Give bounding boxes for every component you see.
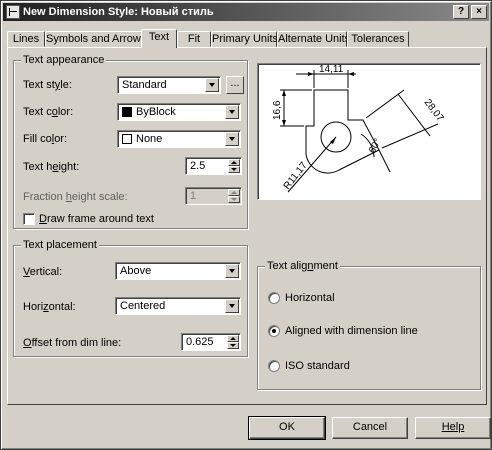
tab-fit[interactable]: Fit [177,31,211,47]
spin-up-icon[interactable] [227,335,239,342]
spin-down-icon [228,196,240,203]
fill-swatch [122,134,132,144]
dim-top-text: 14,11 [319,64,344,75]
dim-right-text: 28,07 [422,97,446,124]
part-outline [305,89,380,174]
angle-extension [378,149,391,173]
alignment-iso-label[interactable]: ISO standard [285,360,350,372]
preview-drawing: 14,11 16,6 28,07 60° R11,17 [272,64,446,193]
offset-spinner[interactable]: 0.625 [181,333,241,351]
spin-down-icon[interactable] [227,342,239,349]
offset-label: Offset from dim line: [23,337,122,349]
help-title-button[interactable]: ? [453,5,469,19]
cancel-button[interactable]: Cancel [332,417,408,439]
close-button[interactable]: × [471,5,487,19]
arrow-icon [348,72,354,76]
chevron-down-icon[interactable] [205,78,219,92]
window-title: New Dimension Style: Новый стиль [23,6,214,18]
alignment-horizontal-label[interactable]: Horizontal [285,292,335,304]
tab-text[interactable]: Text [141,29,177,48]
chevron-down-icon[interactable] [225,264,239,278]
fraction-height-scale-spinner: 1 [185,187,242,205]
spin-up-icon [228,189,240,196]
alignment-aligned-radio[interactable] [268,325,280,337]
fill-color-label: Fill color: [23,133,68,145]
text-style-browse-button[interactable]: ... [226,76,244,94]
text-placement-title: Text placement [21,239,99,251]
tab-lines[interactable]: Lines [7,31,45,47]
color-swatch [122,107,132,117]
vertical-label: Vertical: [23,266,63,278]
tab-tolerances[interactable]: Tolerances [347,31,409,47]
text-appearance-title: Text appearance [21,54,107,66]
tab-symbols-and-arrows[interactable]: Symbols and Arrows [45,31,146,47]
text-color-label: Text color: [23,106,74,118]
dim-radius-text: R11,17 [282,160,310,192]
text-style-select[interactable]: Standard [117,76,221,94]
chevron-down-icon[interactable] [225,132,239,146]
text-color-select[interactable]: ByBlock [117,103,241,121]
arrow-icon [282,90,286,96]
help-button[interactable]: Help [415,417,491,439]
text-appearance-group: Text appearance Text style: Standard ...… [13,54,248,229]
text-style-label: Text style: [23,79,72,91]
ok-button[interactable]: OK [248,416,326,440]
spin-up-icon[interactable] [228,159,240,166]
horizontal-label: Horizontal: [23,301,76,313]
draw-frame-label[interactable]: Draw frame around text [39,213,154,225]
tab-primary-units[interactable]: Primary Units [211,31,278,47]
vertical-select[interactable]: Above [115,262,241,280]
title-bar[interactable]: New Dimension Style: Новый стиль ? × [3,3,489,21]
text-alignment-title: Text alignment [265,260,340,272]
dim-left-text: 16,6 [272,100,283,120]
text-height-label: Text height: [23,161,80,173]
alignment-aligned-label[interactable]: Aligned with dimension line [285,325,418,337]
arrow-icon [308,72,314,76]
alignment-horizontal-radio[interactable] [268,292,280,304]
fill-color-select[interactable]: None [117,130,241,148]
fraction-height-scale-label: Fraction height scale: [23,191,128,203]
chevron-down-icon[interactable] [225,105,239,119]
dim-angle-text: 60° [367,137,384,156]
dimension-preview: 14,11 16,6 28,07 60° R11,17 [257,63,481,200]
app-icon [6,5,20,19]
tab-alternate-units[interactable]: Alternate Units [277,31,350,47]
draw-frame-checkbox[interactable] [23,213,35,225]
text-height-spinner[interactable]: 2.5 [185,157,242,175]
spin-down-icon[interactable] [228,166,240,173]
chevron-down-icon[interactable] [225,299,239,313]
horizontal-select[interactable]: Centered [115,297,241,315]
text-alignment-group: Text alignment Horizontal Aligned with d… [257,260,481,390]
alignment-iso-radio[interactable] [268,360,280,372]
text-placement-group: Text placement Vertical: Above Horizonta… [13,239,248,357]
dialog-window: New Dimension Style: Новый стиль ? × Lin… [0,0,492,450]
